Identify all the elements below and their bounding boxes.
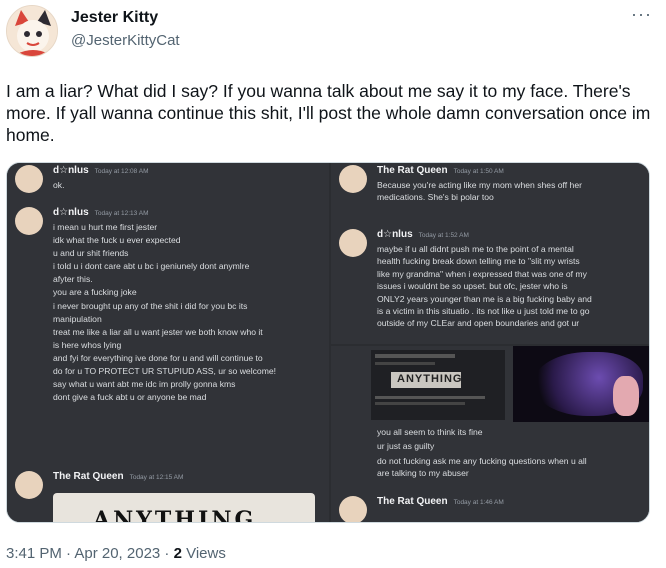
message-line: idk what the fuck u ever expected (53, 235, 181, 246)
message-line: i never brought up any of the shit i did… (53, 300, 248, 311)
author-name: d☆nlus (377, 229, 413, 240)
message-body: ok. (53, 179, 323, 191)
message-line: dont give a fuck abt u or anyone be mad (53, 392, 207, 403)
display-name[interactable]: Jester Kitty (71, 9, 158, 27)
message-line: manipulation (53, 313, 102, 324)
tweet-timestamp[interactable]: 3:41 PM · Apr 20, 2023 · (6, 545, 174, 562)
discord-message: The Rat Queen Today at 1:50 AM Because yo… (339, 165, 644, 205)
tweet-media[interactable]: d☆nlus Today at 12:08 AM ok. d☆nlus Today … (6, 162, 650, 523)
message-line: treat me like a liar all u want jester w… (53, 326, 263, 337)
message-time: Today at 12:15 AM (129, 474, 184, 481)
message-line: do not fucking ask me any fucking questi… (377, 455, 587, 466)
tweet-header: Jester Kitty @JesterKittyCat ··· (0, 0, 666, 72)
media-image-right-bottom[interactable]: ANYTHING you all seem to think its fine … (331, 346, 649, 522)
embedded-image: ANYTHING (53, 493, 315, 523)
message-line: issues i wouldnt be so upset. but ofc, j… (377, 281, 568, 292)
views-count: 2 (173, 545, 182, 562)
tweet-text: I am a liar? What did I say? If you wann… (6, 81, 651, 145)
avatar-image (7, 6, 57, 56)
more-options-icon[interactable]: ··· (631, 4, 652, 25)
message-body: you all seem to think its fine ur just a… (377, 426, 647, 480)
message-time: Today at 1:50 AM (453, 168, 504, 175)
message-line: Because you're acting like my mom when s… (377, 180, 582, 190)
embedded-image-text: ANYTHING (93, 507, 257, 523)
message-line: outside of my CLEar and open boundaries … (377, 318, 580, 329)
author-name: The Rat Queen (377, 496, 448, 507)
message-line: you are a fucking joke (53, 287, 137, 298)
message-time: Today at 12:13 AM (94, 210, 149, 217)
media-image-left[interactable]: d☆nlus Today at 12:08 AM ok. d☆nlus Today … (7, 163, 329, 523)
author-name: The Rat Queen (53, 471, 124, 482)
message-line: ONLY2 years younger than me is a big fuc… (377, 293, 592, 304)
author-name: d☆nlus (53, 165, 89, 176)
message-line: u and ur shit friends (53, 248, 129, 259)
tweet-footer: 3:41 PM · Apr 20, 2023 · 2 Views (6, 545, 226, 562)
message-line: and fyi for everything ive done for u an… (53, 352, 263, 363)
message-line: is here whos lying (53, 339, 122, 350)
embedded-image-text: ANYTHING (397, 373, 463, 385)
media-image-right-top[interactable]: The Rat Queen Today at 1:50 AM Because yo… (331, 163, 649, 344)
discord-message: d☆nlus Today at 12:13 AM i mean u hurt me… (15, 207, 325, 457)
embedded-screenshot: ANYTHING (371, 350, 505, 420)
message-line: maybe if u all didnt push me to the poin… (377, 244, 574, 254)
user-handle[interactable]: @JesterKittyCat (71, 32, 180, 49)
discord-message: d☆nlus Today at 1:52 AM maybe if u all di… (339, 229, 644, 344)
avatar (15, 207, 43, 235)
author-name: d☆nlus (53, 207, 89, 218)
avatar (15, 471, 43, 499)
message-line: afyter this. (53, 274, 93, 285)
message-line: health fucking break down telling me to … (377, 256, 580, 267)
message-line: are talking to my abuser (377, 468, 469, 479)
message-line: do for u TO PROTECT UR STUPIUD ASS, ur s… (53, 366, 277, 377)
avatar (339, 496, 367, 522)
author-name: The Rat Queen (377, 165, 448, 176)
message-line: ur just as guilty (377, 441, 435, 452)
message-body: i mean u hurt me first jester idk what t… (53, 221, 323, 404)
discord-message: The Rat Queen Today at 1:46 AM (339, 496, 644, 522)
avatar (339, 229, 367, 257)
avatar (339, 165, 367, 193)
message-line: ok. (53, 180, 65, 190)
avatar[interactable] (6, 5, 58, 57)
message-line: medications. She's bi polar too (377, 192, 494, 203)
message-line: like my grandma" when i expressed that w… (377, 268, 587, 279)
message-time: Today at 1:46 AM (453, 499, 504, 506)
avatar (15, 165, 43, 193)
message-line: is a victim in this situatio . its not l… (377, 306, 590, 317)
message-body: Because you're acting like my mom when s… (377, 179, 647, 204)
message-line: you all seem to think its fine (377, 427, 483, 437)
message-time: Today at 1:52 AM (418, 232, 469, 239)
discord-message: d☆nlus Today at 12:08 AM ok. (15, 165, 315, 195)
views-label: Views (181, 545, 226, 562)
message-line: i told u i dont care abt u bc i geniunel… (53, 261, 250, 272)
message-time: Today at 12:08 AM (94, 168, 149, 175)
discord-message: you all seem to think its fine ur just a… (339, 426, 644, 496)
message-line: say what u want abt me idc im prolly gon… (53, 379, 236, 390)
message-body: maybe if u all didnt push me to the poin… (377, 243, 647, 330)
message-line: i mean u hurt me first jester (53, 222, 158, 232)
embedded-photo (513, 346, 649, 422)
